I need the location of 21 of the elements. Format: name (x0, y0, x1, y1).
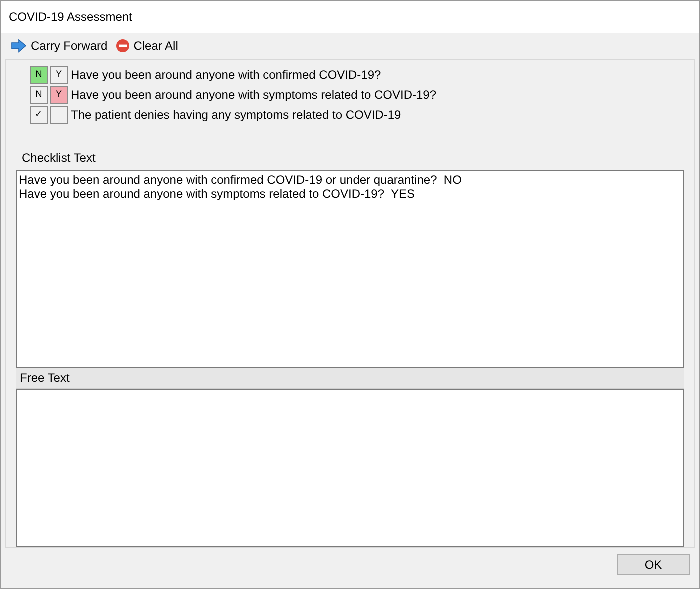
section-label: Checklist Text (22, 150, 96, 167)
carry-forward-button[interactable]: Carry Forward (11, 37, 108, 55)
answer-toggle[interactable]: Y (50, 86, 68, 104)
ok-button[interactable]: OK (617, 554, 690, 575)
answer-toggle[interactable]: N (30, 86, 48, 104)
window-title: COVID-19 Assessment (9, 9, 132, 26)
clear-all-button[interactable]: Clear All (116, 37, 178, 55)
answer-toggle[interactable]: Y (50, 66, 68, 84)
free-text-area[interactable] (16, 389, 684, 547)
arrow-icon (11, 39, 27, 53)
checkbox[interactable]: ✓ (30, 106, 48, 124)
answer-toggle[interactable]: N (30, 66, 48, 84)
free-text-header: Free Text (16, 368, 684, 389)
minus-circle-icon (116, 39, 130, 53)
checklist-text-area[interactable]: Have you been around anyone with confirmed COVID-19 or under quarantine? NO Have you been around anyone with symptoms related to COVID-19? YES (16, 170, 684, 368)
checklist-line: Have you been around anyone with symptoms related to COVID-19? YES (19, 187, 416, 201)
empty-box (50, 106, 68, 124)
question-text: Have you been around anyone with symptoms related to COVID-19? (71, 87, 437, 104)
question-text: The patient denies having any symptoms related to COVID-19 (71, 107, 402, 124)
question-text: Have you been around anyone with confirmed COVID-19? (71, 67, 382, 84)
checklist-line: Have you been around anyone with confirmed COVID-19 or under quarantine? NO (19, 173, 463, 187)
